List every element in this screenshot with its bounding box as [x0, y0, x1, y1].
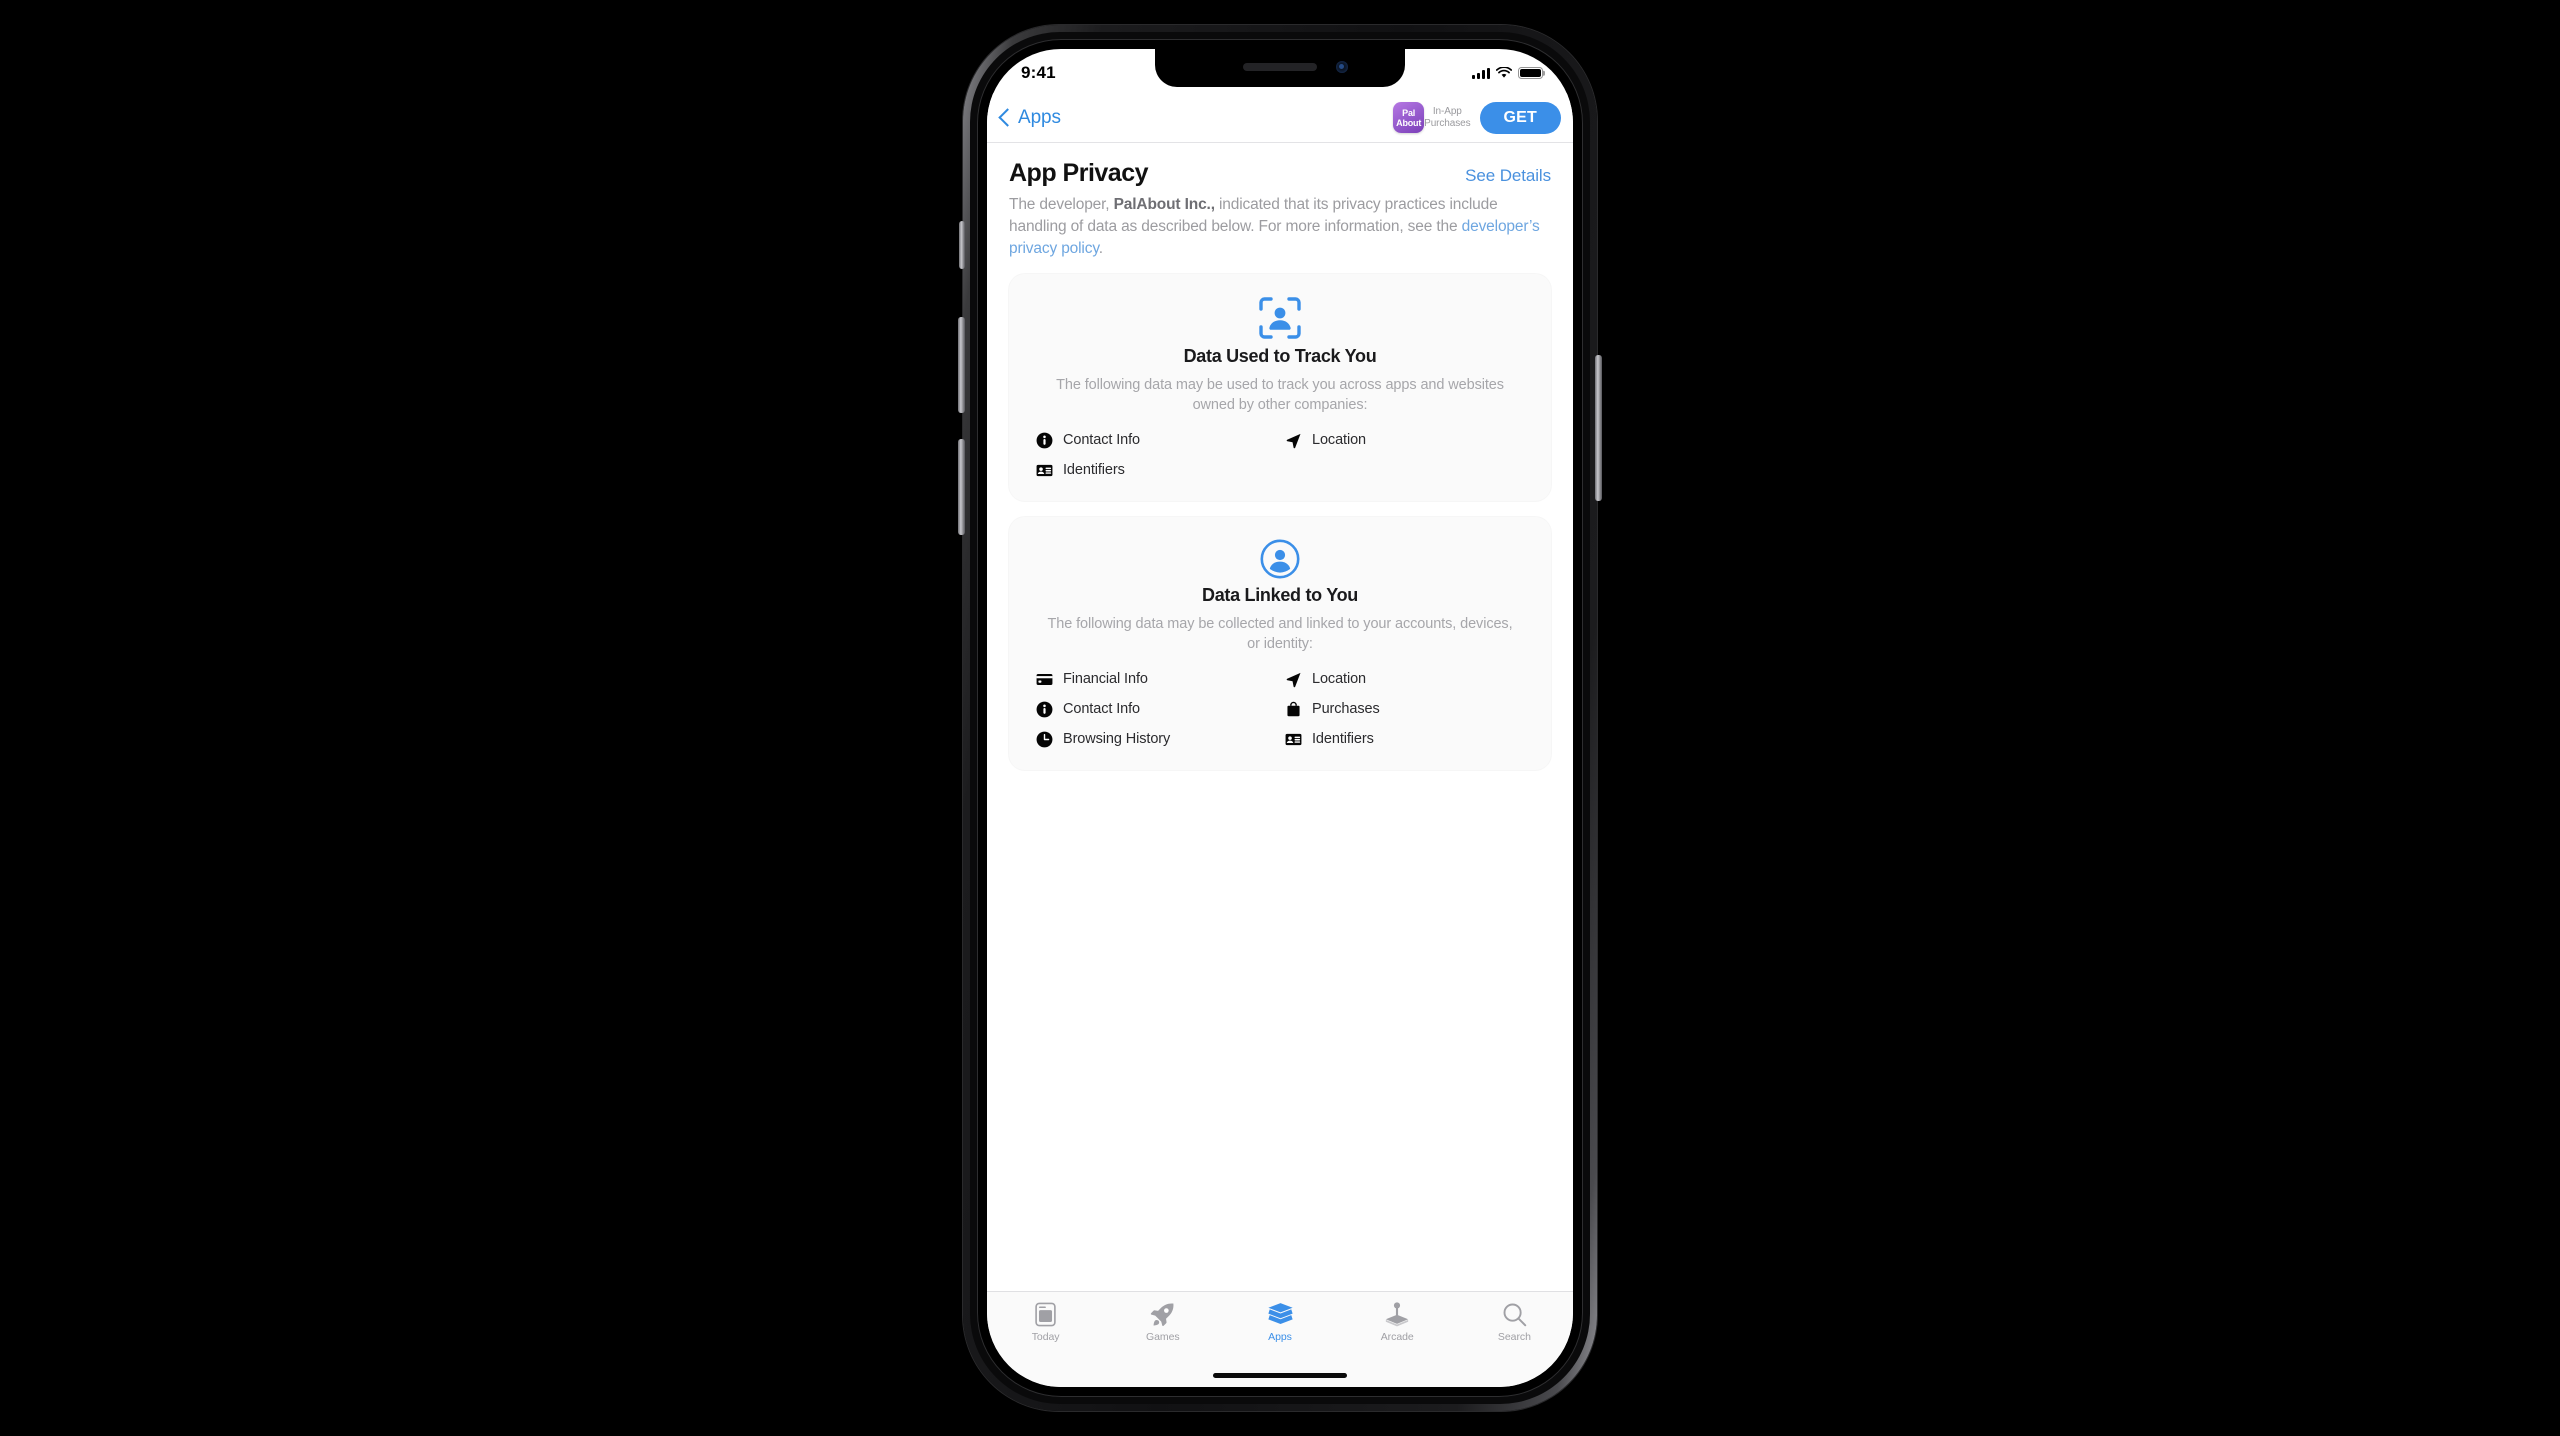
phone-screen: 9:41 Apps Pal About In-App Purchases GET… [987, 49, 1573, 1387]
card-title: Data Linked to You [1202, 585, 1358, 605]
volume-down-button[interactable] [958, 439, 965, 535]
data-type-item: Identifiers [1035, 461, 1276, 479]
status-indicators [1472, 67, 1543, 79]
in-app-purchases-label: In-App Purchases [1424, 105, 1471, 129]
data-type-label: Browsing History [1063, 731, 1171, 747]
tab-search[interactable]: Search [1456, 1301, 1573, 1343]
app-icon-line2: About [1396, 117, 1422, 128]
developer-name: PalAbout Inc., [1113, 196, 1215, 213]
credit-card-icon [1035, 670, 1053, 688]
section-header: App Privacy See Details [1009, 143, 1551, 194]
rocket-icon [1150, 1301, 1175, 1327]
nav-right-group: In-App Purchases GET [1424, 101, 1561, 134]
data-type-item: Contact Info [1035, 431, 1276, 449]
magnifier-icon [1502, 1301, 1527, 1327]
app-icon-line1: Pal [1402, 107, 1416, 118]
tab-label: Apps [1268, 1331, 1292, 1343]
id-card-icon [1284, 730, 1302, 748]
privacy-intro-text: The developer, PalAbout Inc., indicated … [1009, 194, 1551, 274]
battery-icon [1518, 67, 1543, 79]
info-circle-icon [1035, 700, 1053, 718]
data-type-item: Identifiers [1284, 730, 1525, 748]
location-arrow-icon [1284, 670, 1302, 688]
data-type-item: Browsing History [1035, 730, 1276, 748]
tab-today[interactable]: Today [987, 1301, 1104, 1343]
shopping-bag-icon [1284, 700, 1302, 718]
tab-games[interactable]: Games [1104, 1301, 1221, 1343]
privacy-card-tracking: Data Used to Track You The following dat… [1009, 274, 1551, 501]
tab-label: Games [1146, 1331, 1180, 1343]
tab-label: Arcade [1380, 1331, 1414, 1343]
front-camera-icon [1336, 61, 1348, 73]
data-type-item: Purchases [1284, 700, 1525, 718]
tab-arcade[interactable]: Arcade [1339, 1301, 1456, 1343]
id-card-icon [1035, 461, 1053, 479]
app-icon[interactable]: Pal About [1393, 102, 1425, 133]
mute-switch-button[interactable] [959, 221, 965, 269]
data-type-grid: Contact Info Location Identifiers [1031, 431, 1529, 479]
data-type-grid: Financial Info Location Contact Info Pur… [1031, 670, 1529, 748]
clock-icon [1035, 730, 1053, 748]
data-type-label: Contact Info [1063, 432, 1140, 448]
device-notch [1155, 49, 1405, 87]
data-type-label: Purchases [1312, 701, 1380, 717]
data-type-label: Identifiers [1312, 731, 1374, 747]
home-indicator[interactable] [1213, 1373, 1347, 1378]
wifi-icon [1496, 67, 1512, 78]
tab-apps[interactable]: Apps [1221, 1301, 1338, 1343]
data-type-label: Location [1312, 432, 1367, 448]
person-circle-icon [1031, 539, 1529, 579]
app-privacy-content[interactable]: App Privacy See Details The developer, P… [987, 143, 1573, 1291]
data-type-item: Location [1284, 670, 1525, 688]
today-newspaper-icon [1034, 1301, 1057, 1327]
privacy-card-linked: Data Linked to You The following data ma… [1009, 517, 1551, 770]
intro-prefix: The developer, [1009, 196, 1114, 213]
location-arrow-icon [1284, 431, 1302, 449]
data-type-label: Location [1312, 671, 1367, 687]
screenshot-stage: 9:41 Apps Pal About In-App Purchases GET… [0, 0, 2560, 1436]
data-type-item: Financial Info [1035, 670, 1276, 688]
data-type-label: Contact Info [1063, 701, 1140, 717]
info-circle-icon [1035, 431, 1053, 449]
card-description: The following data may be collected and … [1047, 616, 1513, 652]
back-button-label: Apps [1018, 106, 1061, 128]
earpiece-speaker [1243, 63, 1317, 71]
page-title: App Privacy [1009, 159, 1149, 187]
tab-label: Search [1497, 1331, 1531, 1343]
status-time: 9:41 [1021, 63, 1056, 82]
joystick-icon [1384, 1301, 1410, 1327]
navigation-bar: Apps Pal About In-App Purchases GET [987, 93, 1573, 143]
card-description: The following data may be used to track … [1056, 377, 1504, 413]
iphone-device-frame: 9:41 Apps Pal About In-App Purchases GET… [958, 25, 1602, 1411]
data-type-label: Financial Info [1063, 671, 1148, 687]
power-button[interactable] [1595, 355, 1602, 501]
data-type-label: Identifiers [1063, 462, 1125, 478]
track-person-viewfinder-icon [1031, 296, 1529, 340]
data-type-item: Location [1284, 431, 1525, 449]
intro-suffix: . [1098, 240, 1103, 257]
cellular-signal-icon [1472, 67, 1490, 79]
stacked-layers-icon [1267, 1301, 1294, 1327]
get-button[interactable]: GET [1479, 101, 1561, 134]
back-button[interactable]: Apps [995, 107, 1061, 129]
volume-up-button[interactable] [958, 317, 965, 413]
data-type-item: Contact Info [1035, 700, 1276, 718]
see-details-link[interactable]: See Details [1465, 166, 1551, 186]
chevron-left-icon [998, 108, 1017, 127]
card-title: Data Used to Track You [1183, 346, 1377, 366]
tab-label: Today [1031, 1331, 1060, 1343]
